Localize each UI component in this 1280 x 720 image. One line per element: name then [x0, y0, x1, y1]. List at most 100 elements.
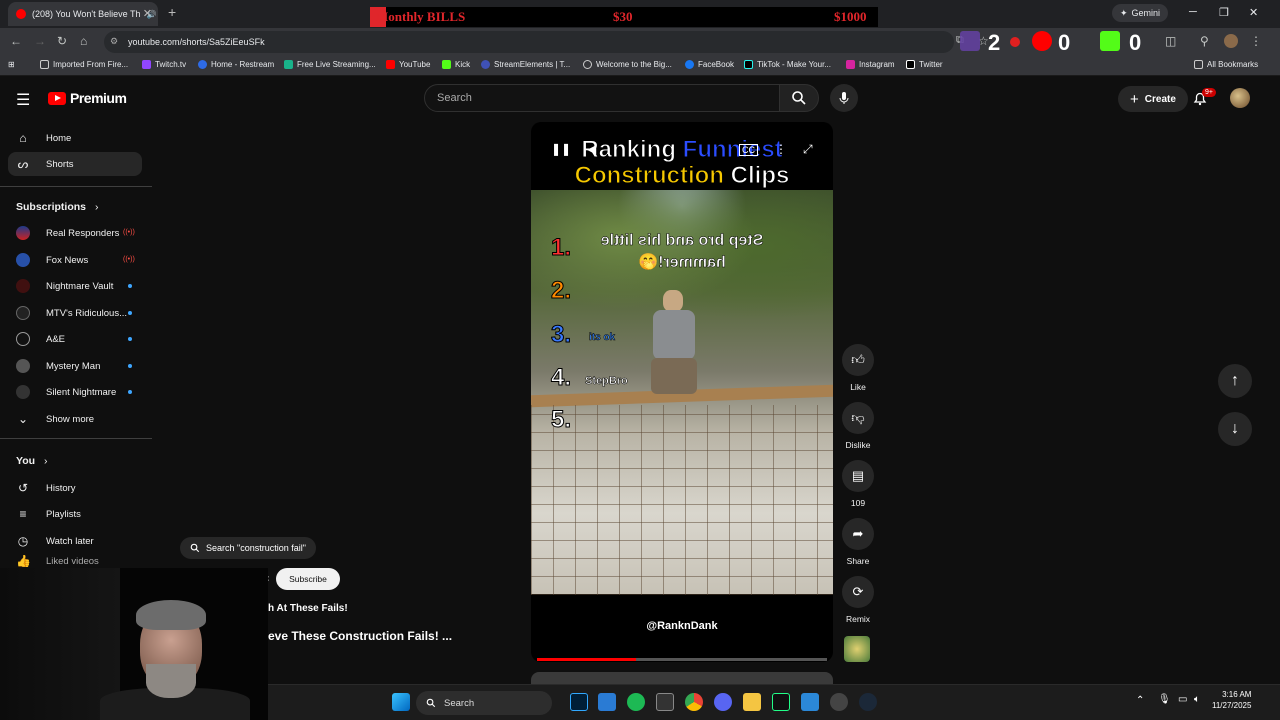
bookmark-streamelements[interactable]: StreamElements | T... — [481, 60, 570, 69]
share-button[interactable]: ➦ Share — [842, 518, 874, 566]
bookmark-free-live[interactable]: Free Live Streaming... — [284, 60, 376, 69]
photoshop-icon[interactable] — [570, 693, 588, 711]
sub-ae[interactable]: A&E — [8, 327, 142, 351]
bookmark-kick[interactable]: Kick — [442, 60, 470, 69]
dislike-button[interactable]: 👎︎ Dislike — [842, 402, 874, 450]
bookmark-twitch[interactable]: Twitch.tv — [142, 60, 186, 69]
bookmark-instagram[interactable]: Instagram — [846, 60, 895, 69]
comments-button[interactable]: ▤ 109 — [842, 460, 874, 508]
sidebar-item-liked-videos[interactable]: 👍 Liked videos — [8, 555, 142, 567]
forward-icon[interactable]: → — [34, 34, 46, 48]
create-button[interactable]: + Create — [1118, 86, 1188, 112]
youtube-premium-logo[interactable]: Premium — [48, 90, 127, 106]
sub-mystery-man[interactable]: Mystery Man — [8, 354, 142, 378]
kick-extension-icon[interactable] — [1100, 31, 1120, 51]
windows-start-icon[interactable] — [392, 693, 410, 711]
like-button[interactable]: 👍︎ Like — [842, 344, 874, 392]
shorts-player[interactable]: Ranking Funniest Construction Clips ❚❚ ◀… — [531, 122, 833, 662]
volume-icon[interactable]: ◀ — [587, 142, 596, 156]
folder-icon[interactable] — [743, 693, 761, 711]
back-icon[interactable]: ← — [10, 34, 22, 48]
hamburger-menu-icon[interactable]: ☰ — [16, 90, 30, 110]
captions-icon[interactable]: CC — [739, 144, 758, 156]
address-bar[interactable]: youtube.com/shorts/Sa5ZiEeuSFk — [104, 31, 954, 53]
maximize-icon[interactable]: ❐ — [1219, 6, 1229, 19]
apps-grid-icon[interactable]: ⊞ — [8, 60, 15, 69]
taskbar-clock[interactable]: 3:16 AM 11/27/2025 — [1212, 689, 1251, 711]
sub-nightmare-vault[interactable]: Nightmare Vault — [8, 274, 142, 298]
browser-menu-icon[interactable]: ⋮ — [1250, 34, 1262, 48]
minimize-icon[interactable]: ─ — [1189, 6, 1197, 18]
bookmark-restream[interactable]: Home - Restream — [198, 60, 274, 69]
sidebar-item-label: Shorts — [46, 158, 74, 170]
search-input[interactable]: Search — [424, 84, 780, 112]
close-window-icon[interactable]: ✕ — [1249, 6, 1258, 19]
obs-icon[interactable] — [656, 693, 674, 711]
search-suggestion-chip[interactable]: Search "construction fail" — [180, 537, 316, 559]
file-explorer-photos-icon[interactable] — [598, 693, 616, 711]
tray-volume-icon[interactable]: 🔈︎ — [1194, 694, 1200, 705]
spotify-icon[interactable] — [627, 693, 645, 711]
tray-network-icon[interactable]: ▭ — [1178, 694, 1187, 705]
voice-search-button[interactable] — [830, 84, 858, 112]
tray-mic-icon[interactable]: 🎙︎ — [1158, 694, 1171, 705]
show-more-button[interactable]: ⌄ Show more — [8, 407, 142, 431]
bookmark-youtube[interactable]: YouTube — [386, 60, 430, 69]
tray-chevron-up-icon[interactable]: ⌃ — [1136, 695, 1144, 706]
fullscreen-icon[interactable]: ⤢ — [803, 142, 813, 157]
video-title-text[interactable]: eve These Construction Fails! ... — [268, 629, 452, 643]
sub-silent-nightmare[interactable]: Silent Nightmare — [8, 380, 142, 404]
twitch-extension-icon[interactable] — [960, 31, 980, 51]
sidebar-item-home[interactable]: ⌂ Home — [8, 126, 142, 150]
gemini-button[interactable]: ✦ Gemini — [1112, 4, 1169, 22]
bookmark-imported[interactable]: Imported From Fire... — [40, 60, 128, 69]
record-extension-icon[interactable] — [1010, 37, 1020, 47]
youtube-extension-icon[interactable] — [1032, 31, 1052, 51]
sub-mtv-ridiculous[interactable]: MTV's Ridiculous... — [8, 301, 142, 325]
close-tab-button[interactable]: ✕ — [143, 7, 152, 20]
subscribe-button[interactable]: Subscribe — [276, 568, 340, 590]
sidebar-item-watch-later[interactable]: ◷ Watch later — [8, 529, 142, 553]
channel-avatar — [16, 332, 30, 346]
new-tab-button[interactable]: + — [168, 4, 176, 20]
bookmark-twitter[interactable]: Twitter — [906, 60, 943, 69]
terminal-icon[interactable] — [772, 693, 790, 711]
bookmark-facebook[interactable]: FaceBook — [685, 60, 734, 69]
discord-icon[interactable] — [714, 693, 732, 711]
extensions-icon[interactable]: ⚲ — [1200, 34, 1209, 48]
all-bookmarks[interactable]: All Bookmarks — [1194, 60, 1258, 69]
bookmark-tiktok[interactable]: TikTok - Make Your... — [744, 60, 831, 69]
clock-icon: ◷ — [17, 534, 29, 548]
search-button[interactable] — [779, 84, 819, 112]
audio-thumbnail[interactable] — [844, 636, 870, 662]
tab-title: (208) You Won't Believe Th — [32, 9, 141, 19]
sidebar-item-shorts[interactable]: ᔕ Shorts — [8, 152, 142, 176]
next-short-button[interactable]: ↓ — [1218, 412, 1252, 446]
previous-short-button[interactable]: ↑ — [1218, 364, 1252, 398]
channel-handle[interactable]: @RanknDank — [531, 620, 833, 632]
sub-fox-news[interactable]: Fox News ((•)) — [8, 248, 142, 272]
account-avatar[interactable] — [1230, 88, 1250, 108]
taskbar-search[interactable]: Search — [416, 691, 552, 715]
you-heading[interactable]: You › — [16, 455, 47, 467]
site-info-icon[interactable]: ⚙ — [110, 36, 118, 47]
side-panel-icon[interactable]: ◫ — [1165, 34, 1176, 48]
chrome-icon[interactable] — [685, 693, 703, 711]
pause-icon[interactable]: ❚❚ — [551, 142, 571, 156]
reload-icon[interactable]: ↻ — [57, 34, 67, 48]
thumbs-down-icon: 👎︎ — [851, 410, 865, 425]
sub-real-responders[interactable]: Real Responders ((•)) — [8, 221, 142, 245]
sidebar-item-history[interactable]: ↺ History — [8, 476, 142, 500]
settings-gear-icon[interactable] — [830, 693, 848, 711]
more-options-icon[interactable]: ⋮ — [775, 142, 787, 156]
subscriptions-heading[interactable]: Subscriptions › — [16, 201, 98, 213]
home-browser-icon[interactable]: ⌂ — [80, 34, 87, 48]
sidebar-item-playlists[interactable]: ≡ Playlists — [8, 502, 142, 526]
remix-button[interactable]: ⟳ Remix — [842, 576, 874, 624]
steam-icon[interactable] — [859, 693, 877, 711]
browser-tab-active[interactable]: (208) You Won't Believe Th 🔊 ✕ — [8, 2, 158, 26]
profile-avatar[interactable] — [1224, 34, 1238, 48]
notepad-icon[interactable] — [801, 693, 819, 711]
bookmark-welcome[interactable]: Welcome to the Big... — [583, 60, 672, 69]
video-progress-bar[interactable] — [537, 658, 827, 661]
